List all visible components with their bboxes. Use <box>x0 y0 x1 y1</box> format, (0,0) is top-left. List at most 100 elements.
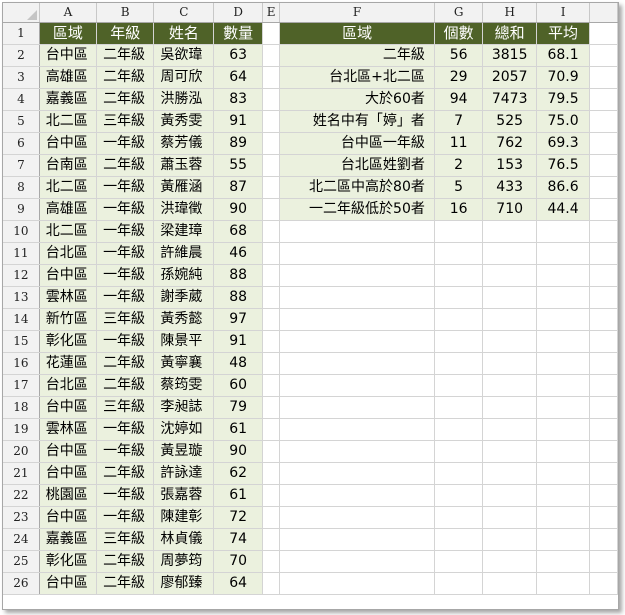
cell-region[interactable]: 雲林區 <box>39 286 98 309</box>
cell-empty[interactable] <box>536 506 591 529</box>
cell-quantity[interactable]: 91 <box>213 330 263 353</box>
cell-empty[interactable] <box>279 550 435 573</box>
cell-empty[interactable] <box>262 330 281 353</box>
cell-empty[interactable] <box>482 418 537 441</box>
cell-empty[interactable] <box>434 572 484 595</box>
cell-quantity[interactable]: 64 <box>213 66 263 89</box>
cell-grade[interactable]: 三年級 <box>96 308 155 331</box>
column-header-f[interactable]: F <box>279 3 435 23</box>
cell-empty[interactable] <box>434 462 484 485</box>
column-header-i[interactable]: I <box>536 3 591 23</box>
row-header[interactable]: 23 <box>3 506 40 529</box>
cell-quantity[interactable]: 88 <box>213 264 263 287</box>
cell-region[interactable]: 台中區 <box>39 132 98 155</box>
cell-empty[interactable] <box>589 132 618 155</box>
cell-empty[interactable] <box>536 418 591 441</box>
cell-name[interactable]: 周夢筠 <box>153 550 215 573</box>
row-header[interactable]: 5 <box>3 110 40 133</box>
cell-empty[interactable] <box>262 22 281 45</box>
cell-empty[interactable] <box>482 506 537 529</box>
cell-empty[interactable] <box>262 198 281 221</box>
row-header[interactable]: 20 <box>3 440 40 463</box>
cell-empty[interactable] <box>279 374 435 397</box>
row-header[interactable]: 16 <box>3 352 40 375</box>
cell-empty[interactable] <box>262 286 281 309</box>
row-header[interactable]: 4 <box>3 88 40 111</box>
cell-grade[interactable]: 一年級 <box>96 418 155 441</box>
summary-count-cell[interactable]: 7 <box>434 110 484 133</box>
cell-empty[interactable] <box>279 572 435 595</box>
cell-empty[interactable] <box>589 22 618 45</box>
cell-empty[interactable] <box>262 132 281 155</box>
cell-name[interactable]: 孫婉純 <box>153 264 215 287</box>
cell-empty[interactable] <box>279 220 435 243</box>
cell-region[interactable]: 嘉義區 <box>39 528 98 551</box>
cell-region[interactable]: 台南區 <box>39 154 98 177</box>
cell-empty[interactable] <box>589 242 618 265</box>
row-header[interactable]: 9 <box>3 198 40 221</box>
cell-name[interactable]: 黃秀雯 <box>153 110 215 133</box>
cell-quantity[interactable]: 63 <box>213 44 263 67</box>
row-header[interactable]: 22 <box>3 484 40 507</box>
cell-empty[interactable] <box>262 440 281 463</box>
row-header[interactable]: 24 <box>3 528 40 551</box>
row-header[interactable]: 14 <box>3 308 40 331</box>
cell-grade[interactable]: 一年級 <box>96 176 155 199</box>
cell-empty[interactable] <box>262 242 281 265</box>
cell-empty[interactable] <box>434 550 484 573</box>
cell-empty[interactable] <box>434 330 484 353</box>
row-header[interactable]: 26 <box>3 572 40 595</box>
cell-empty[interactable] <box>262 550 281 573</box>
cell-empty[interactable] <box>536 264 591 287</box>
summary-average-cell[interactable]: 86.6 <box>536 176 591 199</box>
summary-sum-cell[interactable]: 2057 <box>482 66 537 89</box>
cell-empty[interactable] <box>589 462 618 485</box>
summary-average-cell[interactable]: 69.3 <box>536 132 591 155</box>
cell-region[interactable]: 高雄區 <box>39 66 98 89</box>
cell-name[interactable]: 沈婷如 <box>153 418 215 441</box>
cell-grade[interactable]: 一年級 <box>96 330 155 353</box>
cell-empty[interactable] <box>482 374 537 397</box>
cell-region[interactable]: 北二區 <box>39 176 98 199</box>
cell-empty[interactable] <box>536 374 591 397</box>
cell-grade[interactable]: 一年級 <box>96 484 155 507</box>
cell-empty[interactable] <box>434 396 484 419</box>
summary-average-cell[interactable]: 68.1 <box>536 44 591 67</box>
cell-region[interactable]: 雲林區 <box>39 418 98 441</box>
cell-empty[interactable] <box>589 418 618 441</box>
row-header[interactable]: 17 <box>3 374 40 397</box>
cell-empty[interactable] <box>279 484 435 507</box>
cell-empty[interactable] <box>279 308 435 331</box>
left-table-header-cell[interactable]: 區域 <box>39 22 98 45</box>
cell-empty[interactable] <box>589 572 618 595</box>
cell-empty[interactable] <box>536 462 591 485</box>
cell-name[interactable]: 黃秀懿 <box>153 308 215 331</box>
cell-grade[interactable]: 三年級 <box>96 110 155 133</box>
row-header[interactable]: 12 <box>3 264 40 287</box>
cell-empty[interactable] <box>279 440 435 463</box>
cell-grade[interactable]: 一年級 <box>96 264 155 287</box>
summary-criteria-cell[interactable]: 二年級 <box>279 44 435 67</box>
cell-empty[interactable] <box>589 352 618 375</box>
summary-average-cell[interactable]: 75.0 <box>536 110 591 133</box>
cell-quantity[interactable]: 89 <box>213 132 263 155</box>
cell-name[interactable]: 謝季葳 <box>153 286 215 309</box>
cell-empty[interactable] <box>536 550 591 573</box>
cell-grade[interactable]: 一年級 <box>96 440 155 463</box>
cell-region[interactable]: 台中區 <box>39 462 98 485</box>
cell-grade[interactable]: 二年級 <box>96 352 155 375</box>
select-all-corner[interactable] <box>3 3 40 23</box>
row-header[interactable]: 2 <box>3 44 40 67</box>
cell-quantity[interactable]: 62 <box>213 462 263 485</box>
summary-criteria-cell[interactable]: 姓名中有「婷」者 <box>279 110 435 133</box>
cell-empty[interactable] <box>589 44 618 67</box>
cell-empty[interactable] <box>279 330 435 353</box>
summary-criteria-cell[interactable]: 台中區一年級 <box>279 132 435 155</box>
row-header[interactable]: 1 <box>3 22 40 45</box>
column-header-g[interactable]: G <box>434 3 484 23</box>
summary-criteria-cell[interactable]: 台北區+北二區 <box>279 66 435 89</box>
row-header[interactable]: 6 <box>3 132 40 155</box>
cell-empty[interactable] <box>536 220 591 243</box>
cell-empty[interactable] <box>262 220 281 243</box>
cell-quantity[interactable]: 48 <box>213 352 263 375</box>
